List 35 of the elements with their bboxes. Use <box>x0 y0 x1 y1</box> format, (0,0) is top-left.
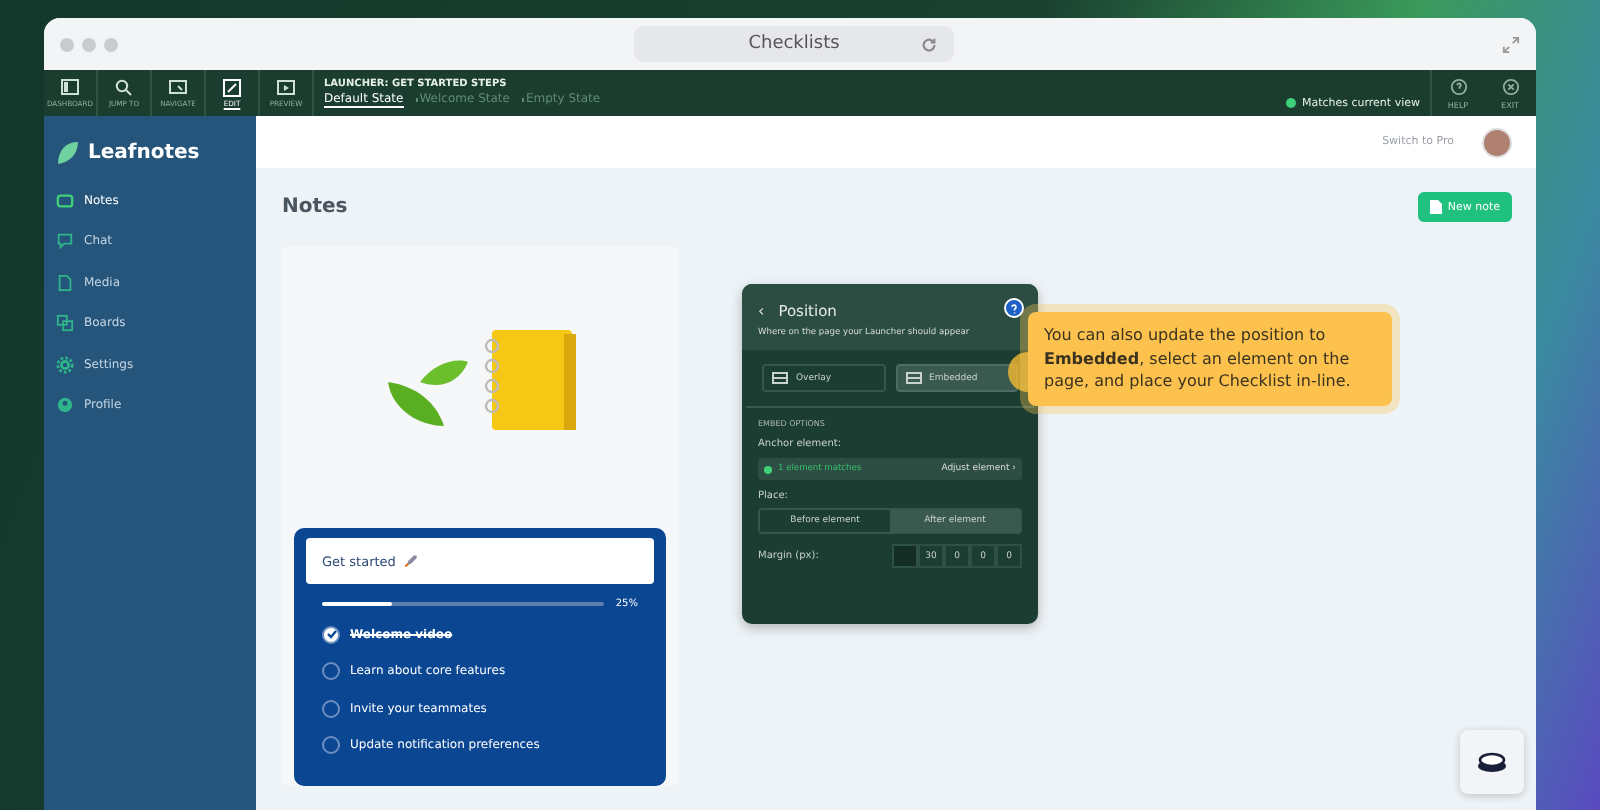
settings-icon <box>56 355 74 374</box>
layout-icon <box>905 372 921 384</box>
file-icon <box>56 273 74 292</box>
status-dot <box>764 465 772 473</box>
profile-icon <box>56 396 74 415</box>
stack-icon <box>1476 750 1508 774</box>
address-bar[interactable]: Checklists <box>634 26 954 62</box>
boards-icon <box>56 314 74 333</box>
avatar[interactable] <box>1482 127 1512 157</box>
help-icon <box>1449 77 1467 95</box>
tooltip-text: You can also update the position to Embedded, select an element on the page, and place your Checklist in-line. <box>1044 326 1351 391</box>
help-icon[interactable] <box>1004 298 1024 318</box>
leaf-icon <box>56 139 80 165</box>
play-icon <box>276 78 296 98</box>
checkbox[interactable] <box>322 662 340 681</box>
document-icon <box>1429 200 1442 214</box>
close-icon <box>1501 77 1519 95</box>
reload-icon[interactable] <box>920 35 938 53</box>
back-button[interactable]: ‹ <box>758 302 765 320</box>
pencil-icon <box>222 78 242 98</box>
checkbox[interactable] <box>322 625 340 644</box>
notes-icon <box>56 191 74 210</box>
cursor-window-icon <box>168 78 188 98</box>
search-icon <box>114 78 134 98</box>
checkbox[interactable] <box>322 699 340 718</box>
dashboard-icon <box>60 78 80 98</box>
launcher-button[interactable] <box>1460 730 1524 794</box>
brand-name: Leafnotes <box>88 141 200 163</box>
layout-icon <box>772 372 788 384</box>
status-dot <box>1285 98 1296 108</box>
link-toggle[interactable] <box>892 544 918 568</box>
checkbox[interactable] <box>322 736 340 755</box>
expand-icon[interactable] <box>1502 35 1520 53</box>
chat-icon <box>56 232 74 251</box>
page-title: Notes <box>282 196 348 218</box>
